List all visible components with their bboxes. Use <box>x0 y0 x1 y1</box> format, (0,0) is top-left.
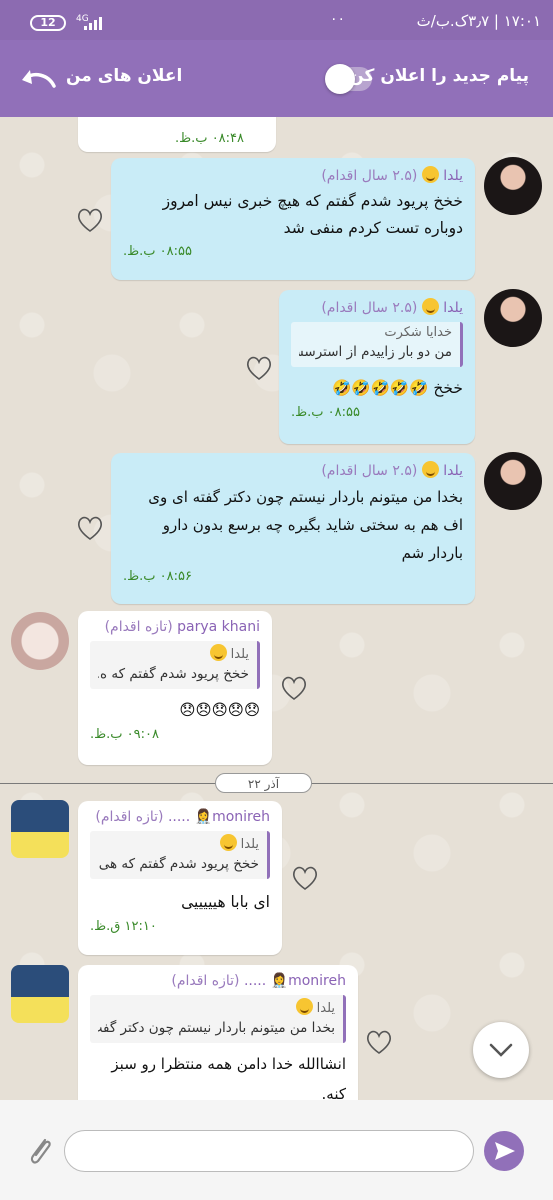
message-line: باردار شم <box>401 544 463 562</box>
message-line: دوباره تست کردم منفی شد <box>283 219 463 237</box>
message-bubble[interactable]: ۰۸:۴۸ ب.ظ. <box>78 117 276 152</box>
message-time: ۰۸:۵۵ ب.ظ. <box>123 244 192 259</box>
send-icon <box>495 1142 515 1160</box>
message-text: 😞😞😞😞😞 <box>179 701 260 719</box>
sender-name: یلدا <box>443 463 463 479</box>
avatar[interactable] <box>484 289 542 347</box>
avatar[interactable] <box>484 157 542 215</box>
clock: ۱۷:۰۱ | ۳٫۷ک.ب/ث <box>416 12 541 30</box>
smile-emoji-icon <box>421 298 439 315</box>
message-text: خخخ پریود شدم گفتم که هیچ خبری نیس امروز… <box>123 188 463 242</box>
message-time: ۰۹:۰۸ ب.ظ. <box>90 727 159 742</box>
sender-meta: (تازه اقدام) <box>171 973 240 989</box>
message-time: ۰۸:۴۸ ب.ظ. <box>175 131 244 146</box>
avatar[interactable] <box>11 800 69 858</box>
smile-emoji-icon <box>421 461 439 478</box>
sender-line: monireh👩‍⚕️ ..... (تازه اقدام) <box>90 809 270 825</box>
avatar[interactable] <box>11 965 69 1023</box>
message-line: اف هم به سختی شاید بگیره چه برسع بدون دا… <box>162 516 463 534</box>
sender-line: parya khani (تازه اقدام) <box>90 619 260 635</box>
sender-name: parya khani <box>177 619 260 635</box>
sender-line: monireh👩‍⚕️ ..... (تازه اقدام) <box>90 973 346 989</box>
quote-author-name: یلدا <box>240 837 259 852</box>
status-icons: ۰۰ <box>330 11 346 27</box>
message-bubble[interactable]: یلدا (۲.۵ سال اقدام) خخخ پریود شدم گفتم … <box>111 158 475 280</box>
sender-name: یلدا <box>443 300 463 316</box>
back-arrow-icon[interactable] <box>18 64 58 94</box>
sender-meta: (۲.۵ سال اقدام) <box>321 300 418 316</box>
smile-emoji-icon <box>219 834 237 851</box>
quote-author: یلدا <box>98 834 259 852</box>
scroll-to-bottom-button[interactable] <box>473 1022 529 1078</box>
message-bubble[interactable]: یلدا (۲.۵ سال اقدام) بخدا من میتونم بارد… <box>111 453 475 604</box>
quote-author: خدایا شکرت <box>384 325 452 340</box>
message-line: بخدا من میتونم باردار نیستم چون دکتر گفت… <box>148 488 463 506</box>
sender-meta: (تازه اقدام) <box>95 809 164 825</box>
sender-name: monireh👩‍⚕️ ..... <box>243 973 346 989</box>
sender-line: یلدا (۲.۵ سال اقدام) <box>291 298 463 316</box>
reply-quote[interactable]: خدایا شکرت من دو بار زاییدم از استرسش <box>291 322 463 367</box>
sender-meta: (۲.۵ سال اقدام) <box>321 168 418 184</box>
quote-author-name: یلدا <box>230 647 249 662</box>
smile-emoji-icon <box>295 998 313 1015</box>
sender-line: یلدا (۲.۵ سال اقدام) <box>123 461 463 479</box>
signal-icon <box>84 16 106 30</box>
reply-quote[interactable]: یلدا خخخ پریود شدم گفتم که ه... <box>90 641 260 689</box>
message-bubble[interactable]: monireh👩‍⚕️ ..... (تازه اقدام) یلدا خخخ … <box>78 801 282 955</box>
page-title: اعلان های من <box>66 66 183 86</box>
message-time: ۰۸:۵۶ ب.ظ. <box>123 569 192 584</box>
quote-text: خخخ پریود شدم گفتم که ه... <box>98 666 249 682</box>
message-text: ای بابا هیییییی <box>181 893 270 911</box>
reply-quote[interactable]: یلدا خخخ پریود شدم گفتم که هی... <box>90 831 270 879</box>
chevron-down-icon <box>489 1043 513 1057</box>
quote-author: یلدا <box>98 644 249 662</box>
heart-icon[interactable] <box>244 353 274 383</box>
chat-area[interactable]: ۰۸:۴۸ ب.ظ. یلدا (۲.۵ سال اقدام) خخخ پریو… <box>0 117 553 1100</box>
message-line: خخخ پریود شدم گفتم که هیچ خبری نیس امروز <box>162 192 463 210</box>
paperclip-icon[interactable] <box>25 1132 55 1172</box>
quote-text: خخخ پریود شدم گفتم که هی... <box>98 856 259 872</box>
quote-author-name: یلدا <box>316 1001 335 1016</box>
quote-author: یلدا <box>98 998 335 1016</box>
quote-text: من دو بار زاییدم از استرسش <box>299 344 452 360</box>
heart-icon[interactable] <box>75 205 105 235</box>
heart-icon[interactable] <box>279 673 309 703</box>
sender-meta: (۲.۵ سال اقدام) <box>321 463 418 479</box>
heart-icon[interactable] <box>290 863 320 893</box>
avatar[interactable] <box>484 452 542 510</box>
quote-text: بخدا من میتونم باردار نیستم چون دکتر گفت… <box>98 1020 335 1036</box>
message-time: ۰۸:۵۵ ب.ظ. <box>291 405 360 420</box>
sender-name: یلدا <box>443 168 463 184</box>
sender-line: یلدا (۲.۵ سال اقدام) <box>123 166 463 184</box>
smile-emoji-icon <box>421 166 439 183</box>
message-text: خخخ 🤣🤣🤣🤣🤣 <box>331 379 463 397</box>
message-input[interactable] <box>64 1130 474 1172</box>
message-text: انشاالله خدا دامن همه منتظرا رو سبز کنه. <box>111 1055 346 1100</box>
heart-icon[interactable] <box>364 1027 394 1057</box>
composer <box>0 1100 553 1200</box>
heart-icon[interactable] <box>75 513 105 543</box>
smile-emoji-icon <box>209 644 227 661</box>
message-bubble[interactable]: یلدا (۲.۵ سال اقدام) خدایا شکرت من دو با… <box>279 290 475 444</box>
message-bubble[interactable]: parya khani (تازه اقدام) یلدا خخخ پریود … <box>78 611 272 765</box>
avatar[interactable] <box>11 612 69 670</box>
send-button[interactable] <box>484 1131 524 1171</box>
sender-name: monireh👩‍⚕️ ..... <box>167 809 270 825</box>
message-text: بخدا من میتونم باردار نیستم چون دکتر گفت… <box>123 483 463 567</box>
reply-quote[interactable]: یلدا بخدا من میتونم باردار نیستم چون دکت… <box>90 995 346 1043</box>
message-time: ۱۲:۱۰ ق.ظ. <box>90 919 157 934</box>
battery-indicator: 12 <box>30 15 66 31</box>
header: اعلان های من پیام جدید را اعلان کن <box>0 40 553 117</box>
message-bubble[interactable]: monireh👩‍⚕️ ..... (تازه اقدام) یلدا بخدا… <box>78 965 358 1100</box>
date-badge: ۲۲ آذر <box>215 773 312 793</box>
notify-toggle-label: پیام جدید را اعلان کن <box>349 66 529 86</box>
status-bar: 12 4G ۰۰ ۱۷:۰۱ | ۳٫۷ک.ب/ث <box>0 0 553 40</box>
sender-meta: (تازه اقدام) <box>104 619 173 635</box>
